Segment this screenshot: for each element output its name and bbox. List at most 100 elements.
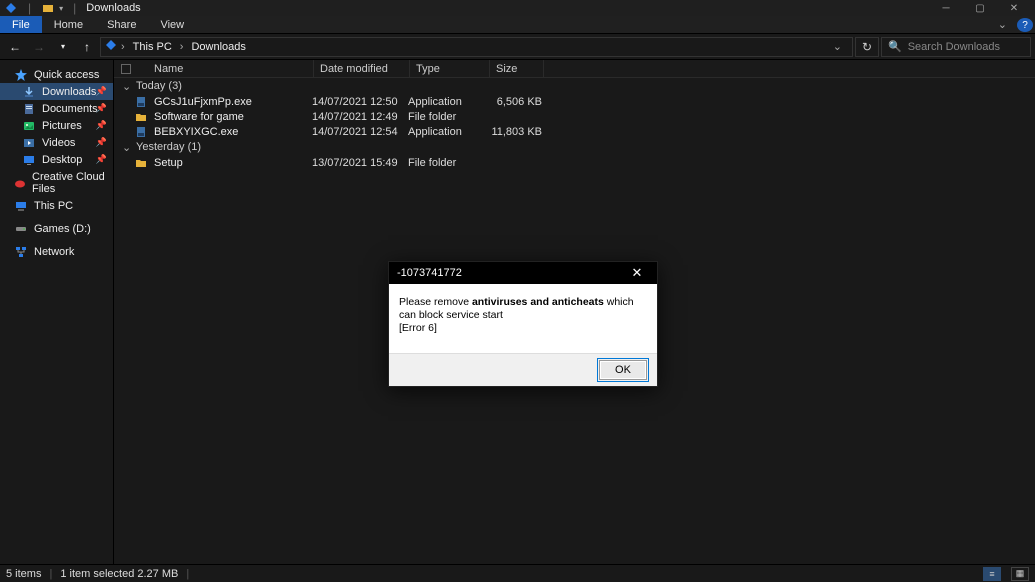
file-date: 14/07/2021 12:50 (312, 96, 408, 108)
sidebar-quick-access[interactable]: Quick access (0, 66, 113, 83)
file-type: Application (408, 126, 488, 138)
file-row[interactable]: Software for game14/07/2021 12:49File fo… (114, 109, 1035, 124)
pin-icon: 📌 (96, 137, 107, 148)
videos-icon (22, 136, 36, 150)
dialog-text-bold: antiviruses and anticheats (472, 296, 604, 308)
breadcrumb-downloads[interactable]: Downloads (187, 41, 249, 53)
sidebar-pictures[interactable]: Pictures 📌 (0, 117, 113, 134)
window-controls: ─ ▢ ✕ (929, 0, 1031, 16)
tab-view[interactable]: View (148, 16, 196, 33)
app-icon (4, 1, 18, 15)
column-name[interactable]: Name (132, 60, 314, 77)
dialog-title-bar[interactable]: -1073741772 ✕ (389, 262, 657, 284)
column-size[interactable]: Size (490, 60, 544, 77)
caret-down-icon: ⌄ (122, 80, 132, 93)
sidebar-videos[interactable]: Videos 📌 (0, 134, 113, 151)
star-icon (14, 68, 28, 82)
file-name: Setup (154, 157, 183, 169)
sidebar-creative-cloud[interactable]: Creative Cloud Files (0, 174, 113, 191)
maximize-button[interactable]: ▢ (963, 0, 997, 16)
separator: | (28, 1, 31, 15)
sidebar-this-pc[interactable]: This PC (0, 197, 113, 214)
group-yesterday[interactable]: ⌄ Yesterday (1) (114, 139, 1035, 155)
tab-home[interactable]: Home (42, 16, 95, 33)
address-dropdown-icon[interactable]: ⌄ (827, 40, 848, 53)
group-today[interactable]: ⌄ Today (3) (114, 78, 1035, 94)
file-name: BEBXYIXGC.exe (154, 126, 238, 138)
file-date: 13/07/2021 15:49 (312, 157, 408, 169)
dialog-close-button[interactable]: ✕ (625, 262, 649, 284)
tab-file[interactable]: File (0, 16, 42, 33)
exe-icon (134, 95, 148, 109)
file-row[interactable]: BEBXYIXGC.exe14/07/2021 12:54Application… (114, 124, 1035, 139)
group-label: Yesterday (1) (136, 141, 201, 153)
separator: | (186, 568, 189, 580)
file-type: Application (408, 96, 488, 108)
desktop-icon (22, 153, 36, 167)
sidebar-label: This PC (34, 200, 73, 212)
folder-icon (134, 110, 148, 124)
quick-access-icon[interactable] (41, 1, 55, 15)
chevron-right-icon[interactable]: › (121, 41, 125, 53)
close-button[interactable]: ✕ (997, 0, 1031, 16)
separator: | (73, 1, 76, 15)
sidebar-label: Creative Cloud Files (32, 171, 107, 195)
file-type: File folder (408, 157, 488, 169)
folder-icon (134, 156, 148, 170)
file-size: 6,506 KB (488, 96, 542, 108)
sidebar-games-drive[interactable]: Games (D:) (0, 220, 113, 237)
dropdown-icon[interactable]: ▾ (59, 4, 63, 13)
history-dropdown-icon[interactable]: ▾ (52, 36, 74, 58)
documents-icon (22, 102, 36, 116)
breadcrumb-this-pc[interactable]: This PC (129, 41, 176, 53)
separator: | (49, 568, 52, 580)
forward-button[interactable]: → (28, 36, 50, 58)
dialog-footer: OK (389, 353, 657, 386)
status-selection: 1 item selected 2.27 MB (60, 568, 178, 580)
sidebar-label: Documents (42, 103, 98, 115)
dialog-title: -1073741772 (397, 267, 462, 279)
view-details-button[interactable]: ≡ (983, 567, 1001, 581)
sidebar-network[interactable]: Network (0, 243, 113, 260)
group-label: Today (3) (136, 80, 182, 92)
pin-icon: 📌 (96, 120, 107, 131)
sidebar-documents[interactable]: Documents 📌 (0, 100, 113, 117)
pin-icon: 📌 (96, 86, 107, 97)
sidebar-downloads[interactable]: Downloads 📌 (0, 83, 113, 100)
file-row[interactable]: Setup 13/07/2021 15:49File folder (114, 155, 1035, 170)
view-icons-button[interactable]: ▦ (1011, 567, 1029, 581)
help-icon[interactable]: ? (1017, 18, 1033, 32)
tab-share[interactable]: Share (95, 16, 148, 33)
window-title: Downloads (86, 2, 140, 14)
chevron-right-icon[interactable]: › (180, 41, 184, 53)
file-size: 11,803 KB (488, 126, 542, 138)
file-row[interactable]: GCsJ1uFjxmPp.exe 14/07/2021 12:50Applicat… (114, 94, 1035, 109)
search-placeholder: Search Downloads (908, 41, 1000, 53)
sidebar: Quick access Downloads 📌 Documents 📌 Pic… (0, 60, 114, 564)
dialog-message: Please remove antiviruses and anticheats… (399, 296, 647, 322)
dialog-body: Please remove antiviruses and anticheats… (389, 284, 657, 353)
pictures-icon (22, 119, 36, 133)
dialog-text: Please remove (399, 296, 472, 308)
refresh-button[interactable]: ↻ (855, 37, 879, 57)
file-name: GCsJ1uFjxmPp.exe (154, 96, 252, 108)
creative-cloud-icon (14, 176, 26, 190)
file-name: Software for game (154, 111, 244, 123)
exe-icon (134, 125, 148, 139)
column-type[interactable]: Type (410, 60, 490, 77)
minimize-button[interactable]: ─ (929, 0, 963, 16)
search-icon: 🔍 (888, 40, 902, 53)
ribbon-expand-icon[interactable]: ⌄ (990, 16, 1015, 33)
ribbon-tabs: File Home Share View ⌄ ? (0, 16, 1035, 34)
back-button[interactable]: ← (4, 36, 26, 58)
dialog-ok-button[interactable]: OK (599, 360, 647, 380)
pin-icon: 📌 (96, 154, 107, 165)
column-date[interactable]: Date modified (314, 60, 410, 77)
sidebar-desktop[interactable]: Desktop 📌 (0, 151, 113, 168)
up-button[interactable]: ↑ (76, 36, 98, 58)
column-checkbox[interactable] (114, 60, 132, 77)
address-bar[interactable]: › This PC › Downloads ⌄ (100, 37, 853, 57)
search-box[interactable]: 🔍 Search Downloads (881, 37, 1031, 57)
status-bar: 5 items | 1 item selected 2.27 MB | ≡ ▦ (0, 564, 1035, 582)
sidebar-label: Network (34, 246, 74, 258)
